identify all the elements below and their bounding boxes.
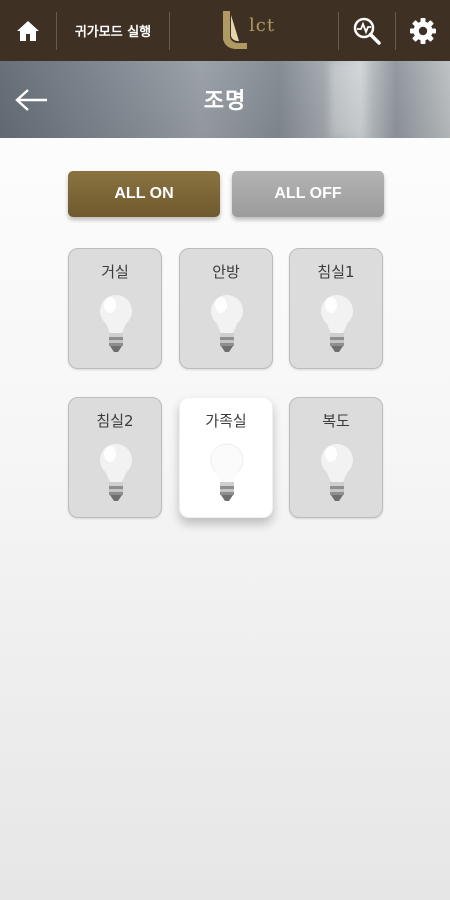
light-bulb-icon xyxy=(100,444,132,501)
homemode-run-button[interactable]: 귀가모드 실행 xyxy=(57,0,169,61)
back-button[interactable] xyxy=(12,83,52,117)
all-on-button[interactable]: ALL ON xyxy=(68,171,220,217)
tile-label: 침실1 xyxy=(317,263,355,281)
tile-label: 복도 xyxy=(322,412,350,430)
search-zoom-icon xyxy=(353,17,381,45)
page-title: 조명 xyxy=(203,89,247,114)
light-tile-family-room[interactable]: 가족실 xyxy=(179,397,273,518)
light-tile-bedroom-1[interactable]: 침실1 xyxy=(289,248,383,369)
light-bulb-icon xyxy=(321,295,353,352)
tile-label: 가족실 xyxy=(205,412,247,430)
light-bulb-icon xyxy=(207,440,247,501)
tile-label: 거실 xyxy=(101,263,129,281)
tile-label: 침실2 xyxy=(96,412,134,430)
light-tile-hallway[interactable]: 복도 xyxy=(289,397,383,518)
light-tile-master-bedroom[interactable]: 안방 xyxy=(179,248,273,369)
arrow-left-icon xyxy=(15,89,47,111)
search-button[interactable] xyxy=(339,0,395,61)
light-bulb-icon xyxy=(211,295,243,352)
logo-area: lct xyxy=(170,9,338,53)
settings-button[interactable] xyxy=(396,0,450,61)
tile-label: 안방 xyxy=(212,263,240,281)
home-icon xyxy=(17,20,39,41)
light-tile-living-room[interactable]: 거실 xyxy=(68,248,162,369)
logo-text: lct xyxy=(249,14,276,36)
all-off-button[interactable]: ALL OFF xyxy=(232,171,384,217)
brand-logo: lct xyxy=(219,9,289,53)
top-bar: 귀가모드 실행 lct xyxy=(0,0,450,61)
light-tile-bedroom-2[interactable]: 침실2 xyxy=(68,397,162,518)
home-button[interactable] xyxy=(0,0,56,61)
light-bulb-icon xyxy=(100,295,132,352)
page-header: 조명 xyxy=(0,61,450,138)
gear-icon xyxy=(410,17,436,44)
light-bulb-icon xyxy=(321,444,353,501)
logo-mark-icon xyxy=(223,10,247,49)
